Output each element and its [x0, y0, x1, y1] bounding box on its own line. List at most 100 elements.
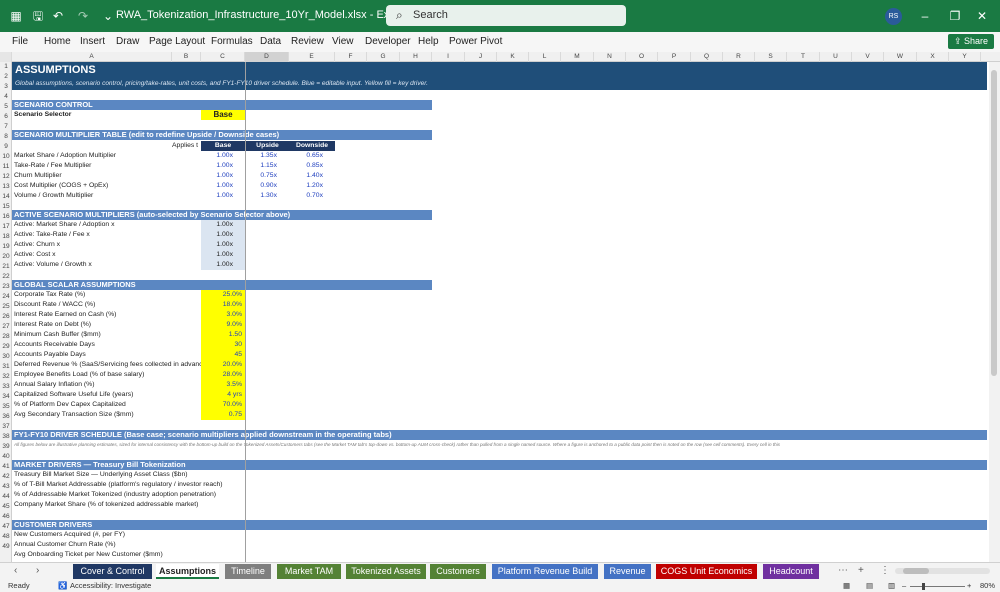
scalar-input[interactable]: 9.0%	[201, 320, 245, 330]
col-header[interactable]: B	[172, 52, 201, 62]
scroll-tabs-left-icon[interactable]: ‹	[14, 565, 17, 576]
sheet-tab[interactable]: COGS Unit Economics	[656, 564, 757, 579]
scalar-input[interactable]: 0.75	[201, 410, 245, 420]
col-header[interactable]: C	[201, 52, 245, 62]
row-header[interactable]: 22	[0, 272, 12, 282]
downside-value-cell[interactable]: 0.85x	[289, 161, 335, 171]
row-header[interactable]: 30	[0, 352, 12, 362]
menu-draw[interactable]: Draw	[116, 36, 139, 47]
row-header[interactable]: 47	[0, 522, 12, 532]
menu-developer[interactable]: Developer	[365, 36, 411, 47]
menu-power-pivot[interactable]: Power Pivot	[449, 36, 502, 47]
row-header[interactable]: 12	[0, 172, 12, 182]
minimize-icon[interactable]: –	[915, 6, 935, 26]
scalar-input[interactable]: 30	[201, 340, 245, 350]
row-header[interactable]: 18	[0, 232, 12, 242]
base-value-cell[interactable]: 1.00x	[201, 191, 245, 201]
row-header[interactable]: 8	[0, 132, 12, 142]
row-header[interactable]: 36	[0, 412, 12, 422]
row-header[interactable]: 27	[0, 322, 12, 332]
sheet-tab[interactable]: Assumptions	[156, 564, 219, 579]
sheet-tab[interactable]: Timeline	[225, 564, 271, 579]
row-header[interactable]: 38	[0, 432, 12, 442]
row-header[interactable]: 29	[0, 342, 12, 352]
col-header[interactable]: E	[289, 52, 335, 62]
row-header[interactable]: 42	[0, 472, 12, 482]
menu-page-layout[interactable]: Page Layout	[149, 36, 205, 47]
row-header[interactable]: 6	[0, 112, 12, 122]
col-header[interactable]: A	[12, 52, 172, 62]
sheet-tab[interactable]: Customers	[430, 564, 486, 579]
upside-value-cell[interactable]: 0.90x	[246, 181, 289, 191]
scalar-input[interactable]: 18.0%	[201, 300, 245, 310]
normal-view-icon[interactable]: ▦	[843, 580, 850, 592]
row-header[interactable]: 34	[0, 392, 12, 402]
sheet-tab[interactable]: Headcount	[763, 564, 819, 579]
sheet-tab[interactable]: Cover & Control	[73, 564, 152, 579]
col-header[interactable]: W	[884, 52, 917, 62]
active-value-cell[interactable]: 1.00x	[201, 260, 245, 270]
scalar-input[interactable]: 1.50	[201, 330, 245, 340]
menu-help[interactable]: Help	[418, 36, 439, 47]
scalar-input[interactable]: 28.0%	[201, 370, 245, 380]
row-header[interactable]: 31	[0, 362, 12, 372]
row-header[interactable]: 3	[0, 82, 12, 92]
row-header[interactable]: 13	[0, 182, 12, 192]
select-all-corner[interactable]	[0, 52, 12, 62]
col-header[interactable]: H	[400, 52, 432, 62]
scroll-tabs-right-icon[interactable]: ›	[36, 565, 39, 576]
row-header[interactable]: 23	[0, 282, 12, 292]
base-value-cell[interactable]: 1.00x	[201, 171, 245, 181]
row-header[interactable]: 43	[0, 482, 12, 492]
scalar-input[interactable]: 3.0%	[201, 310, 245, 320]
scalar-input[interactable]: 4 yrs	[201, 390, 245, 400]
active-value-cell[interactable]: 1.00x	[201, 220, 245, 230]
scalar-input[interactable]: 20.0%	[201, 360, 245, 370]
downside-value-cell[interactable]: 0.70x	[289, 191, 335, 201]
sheet-tab[interactable]: Market TAM	[277, 564, 341, 579]
row-header[interactable]: 46	[0, 512, 12, 522]
col-header[interactable]: R	[723, 52, 755, 62]
col-header[interactable]: D	[245, 52, 289, 62]
col-header[interactable]: K	[497, 52, 529, 62]
row-header[interactable]: 16	[0, 212, 12, 222]
downside-value-cell[interactable]: 1.40x	[289, 171, 335, 181]
row-header[interactable]: 40	[0, 452, 12, 462]
row-header[interactable]: 35	[0, 402, 12, 412]
sheet-options-icon[interactable]: ⋮	[880, 565, 890, 576]
col-header[interactable]: Y	[949, 52, 981, 62]
row-header[interactable]: 37	[0, 422, 12, 432]
row-header[interactable]: 14	[0, 192, 12, 202]
row-header[interactable]: 48	[0, 532, 12, 542]
row-header[interactable]: 25	[0, 302, 12, 312]
customize-toolbar-icon[interactable]: ⌄	[100, 8, 116, 24]
row-header[interactable]: 39	[0, 442, 12, 452]
scalar-input[interactable]: 3.5%	[201, 380, 245, 390]
row-header[interactable]: 21	[0, 262, 12, 272]
row-header[interactable]: 19	[0, 242, 12, 252]
row-header[interactable]: 4	[0, 92, 12, 102]
hscroll-thumb[interactable]	[903, 568, 929, 574]
row-header[interactable]: 49	[0, 542, 12, 552]
row-header[interactable]: 7	[0, 122, 12, 132]
col-header[interactable]: S	[755, 52, 787, 62]
upside-value-cell[interactable]: 1.15x	[246, 161, 289, 171]
scenario-selector-input[interactable]: Base	[201, 110, 245, 120]
menu-home[interactable]: Home	[44, 36, 71, 47]
zoom-in-icon[interactable]: +	[967, 580, 971, 592]
row-header[interactable]: 26	[0, 312, 12, 322]
close-icon[interactable]: ✕	[972, 6, 992, 26]
row-header[interactable]: 45	[0, 502, 12, 512]
active-value-cell[interactable]: 1.00x	[201, 240, 245, 250]
page-break-view-icon[interactable]: ▥	[888, 580, 895, 592]
upside-value-cell[interactable]: 1.30x	[246, 191, 289, 201]
row-header[interactable]: 5	[0, 102, 12, 112]
row-header[interactable]: 28	[0, 332, 12, 342]
row-header[interactable]: 9	[0, 142, 12, 152]
upside-value-cell[interactable]: 1.35x	[246, 151, 289, 161]
save-icon[interactable]: 🖫	[30, 8, 46, 24]
row-header[interactable]: 24	[0, 292, 12, 302]
base-value-cell[interactable]: 1.00x	[201, 151, 245, 161]
col-header[interactable]: J	[465, 52, 497, 62]
col-header[interactable]: N	[594, 52, 626, 62]
